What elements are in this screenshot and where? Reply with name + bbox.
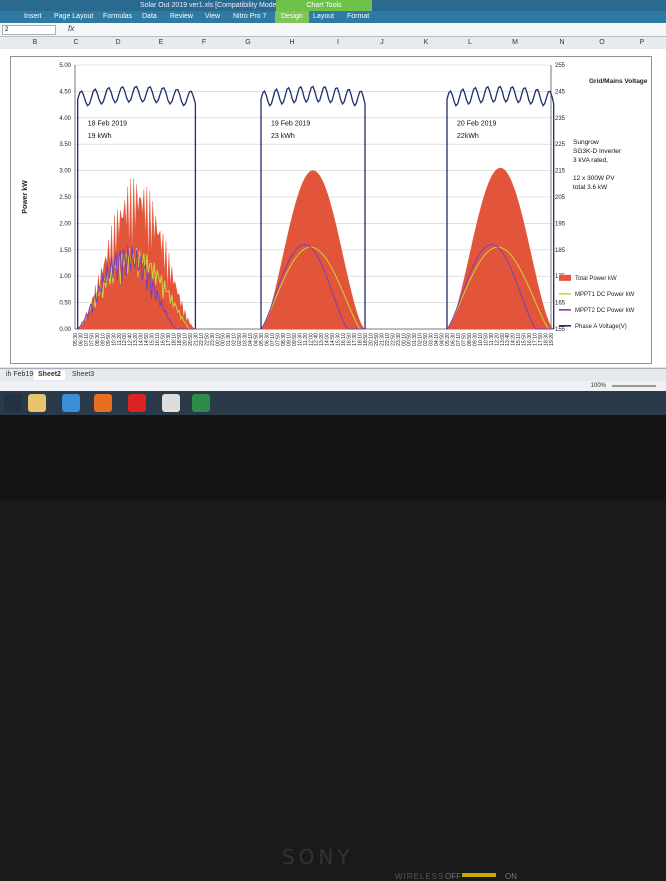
wireless-switch[interactable] bbox=[462, 873, 496, 877]
name-box[interactable]: 2 bbox=[2, 25, 56, 35]
inverter-annotation-line: 12 x 300W PV bbox=[573, 175, 615, 182]
y-tick-label: 2.00 bbox=[59, 221, 71, 227]
ribbon-tabs: Insert Page Layout Formulas Data Review … bbox=[0, 11, 666, 23]
y2-tick-label: 255 bbox=[555, 63, 566, 69]
day-date-label: 19 Feb 2019 bbox=[271, 121, 310, 128]
sheet-tab-active[interactable]: Sheet2 bbox=[34, 370, 65, 380]
laptop-bezel: SONY WIRELESS OFF ON bbox=[0, 415, 666, 881]
tab-review[interactable]: Review bbox=[170, 11, 193, 23]
zoom-level: 100% bbox=[590, 383, 606, 389]
total-power-area bbox=[446, 167, 554, 330]
y-tick-label: 1.00 bbox=[59, 274, 71, 280]
tab-design[interactable]: Design bbox=[275, 11, 309, 23]
taskbar bbox=[0, 391, 666, 415]
start-icon[interactable] bbox=[4, 394, 22, 412]
col-header[interactable]: O bbox=[592, 37, 612, 49]
day-energy-label: 19 kWh bbox=[88, 133, 112, 140]
col-header[interactable]: G bbox=[238, 37, 258, 49]
y-tick-label: 1.50 bbox=[59, 248, 71, 254]
col-header[interactable]: N bbox=[552, 37, 572, 49]
y2-tick-label: 225 bbox=[555, 142, 566, 148]
day-energy-label: 22kWh bbox=[457, 133, 479, 140]
y-tick-label: 0.00 bbox=[59, 327, 71, 333]
day-energy-label: 23 kWh bbox=[271, 133, 295, 140]
ie-icon[interactable] bbox=[62, 394, 80, 412]
legend-label: Phase A Voltage(V) bbox=[575, 324, 627, 330]
formula-bar: 2 fx bbox=[0, 23, 666, 37]
tab-view[interactable]: View bbox=[205, 11, 220, 23]
chart-svg: 0.00 0.50 1.00 1.50 2.00 2.50 3.00 3.50 4.00 4.50… bbox=[22, 63, 648, 346]
y-tick-label: 2.50 bbox=[59, 195, 71, 201]
chart-area[interactable]: 0.00 0.50 1.00 1.50 2.00 2.50 3.00 3.50 4.00 4.50… bbox=[10, 56, 652, 364]
y2-tick-label: 215 bbox=[555, 169, 566, 175]
col-header[interactable]: H bbox=[282, 37, 302, 49]
col-header[interactable]: K bbox=[416, 37, 436, 49]
y2-tick-label: 235 bbox=[555, 116, 566, 122]
y-tick-label: 4.00 bbox=[59, 116, 71, 122]
screen: Solar Out 2019 ver1.xls [Compatibility M… bbox=[0, 0, 666, 410]
y2-axis-label: Grid/Mains Voltage bbox=[589, 78, 648, 85]
inverter-annotation-line: SG3K-D Inverter bbox=[573, 148, 622, 155]
sheet-tabs: ih Feb19 Sheet2 Sheet3 bbox=[0, 368, 666, 381]
day-date-label: 18 Feb 2019 bbox=[88, 121, 127, 128]
col-header[interactable]: C bbox=[66, 37, 86, 49]
inverter-annotation-line: Sungrow bbox=[573, 139, 599, 146]
legend-label: MPPT2 DC Power kW bbox=[575, 308, 635, 314]
tab-nitro[interactable]: Nitro Pro 7 bbox=[233, 11, 266, 23]
opera-icon[interactable] bbox=[128, 394, 146, 412]
sheet-tab[interactable]: ih Feb19 bbox=[2, 370, 37, 380]
y2-tick-label: 245 bbox=[555, 89, 566, 95]
y-axis-label: Power kW bbox=[22, 180, 29, 214]
tab-format[interactable]: Format bbox=[347, 11, 369, 23]
document-icon[interactable] bbox=[162, 394, 180, 412]
col-header[interactable]: E bbox=[151, 37, 171, 49]
col-header[interactable]: B bbox=[25, 37, 45, 49]
wireless-label: WIRELESS bbox=[395, 872, 445, 881]
y2-tick-label: 195 bbox=[555, 221, 566, 227]
x-tick-label: 19:20 bbox=[549, 333, 555, 346]
zoom-slider[interactable] bbox=[612, 385, 656, 387]
y2-tick-label: 165 bbox=[555, 301, 566, 307]
tab-data[interactable]: Data bbox=[142, 11, 157, 23]
off-label: OFF bbox=[445, 872, 461, 881]
fx-icon[interactable]: fx bbox=[68, 24, 74, 33]
legend-label: MPPT1 DC Power kW bbox=[575, 292, 635, 298]
y-tick-label: 3.00 bbox=[59, 169, 71, 175]
y-tick-label: 3.50 bbox=[59, 142, 71, 148]
sheet-tab[interactable]: Sheet3 bbox=[68, 370, 98, 380]
y2-tick-label: 185 bbox=[555, 248, 566, 254]
col-header[interactable]: M bbox=[505, 37, 525, 49]
firefox-icon[interactable] bbox=[94, 394, 112, 412]
col-header[interactable]: D bbox=[108, 37, 128, 49]
tab-page-layout[interactable]: Page Layout bbox=[54, 11, 93, 23]
col-header[interactable]: F bbox=[194, 37, 214, 49]
y2-tick-label: 205 bbox=[555, 195, 566, 201]
y2-tick-label: 155 bbox=[555, 327, 566, 333]
chart-tools-label: Chart Tools bbox=[276, 0, 372, 11]
col-header[interactable]: J bbox=[372, 37, 392, 49]
col-header[interactable]: I bbox=[328, 37, 348, 49]
tab-layout[interactable]: Layout bbox=[313, 11, 334, 23]
status-bar: 100% bbox=[0, 381, 666, 391]
col-header[interactable]: L bbox=[460, 37, 480, 49]
folder-icon[interactable] bbox=[28, 394, 46, 412]
inverter-annotation-line: 3 kVA rated, bbox=[573, 157, 608, 164]
col-header[interactable]: P bbox=[632, 37, 652, 49]
y-tick-label: 0.50 bbox=[59, 301, 71, 307]
tab-insert[interactable]: Insert bbox=[24, 11, 42, 23]
inverter-annotation-line: total 3.6 kW bbox=[573, 184, 608, 191]
on-label: ON bbox=[505, 872, 517, 881]
excel-icon[interactable] bbox=[192, 394, 210, 412]
brand-logo: SONY bbox=[282, 845, 354, 869]
day-date-label: 20 Feb 2019 bbox=[457, 121, 496, 128]
legend-swatch bbox=[559, 274, 571, 281]
y-tick-label: 4.50 bbox=[59, 89, 71, 95]
y-tick-label: 5.00 bbox=[59, 63, 71, 69]
legend-label: Total Power kW bbox=[575, 276, 617, 282]
tab-formulas[interactable]: Formulas bbox=[103, 11, 132, 23]
